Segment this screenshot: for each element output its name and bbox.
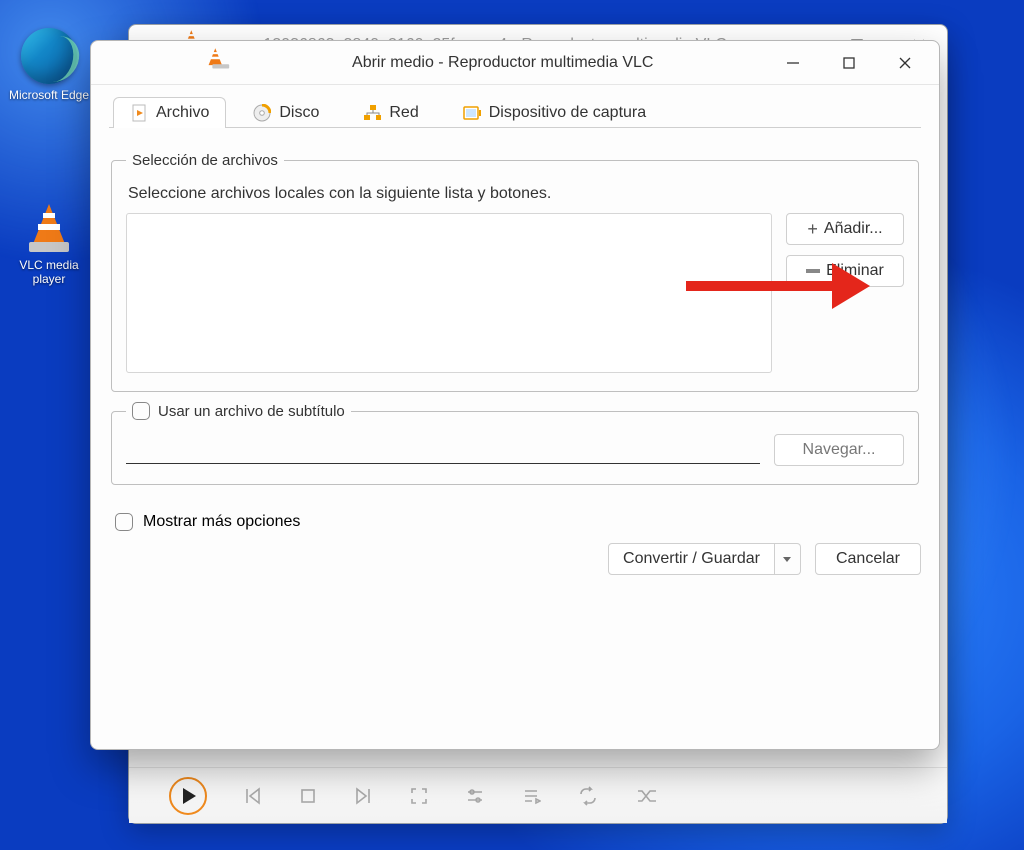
desktop-icon-label: Microsoft Edge [6,88,92,102]
subtitle-legend: Usar un archivo de subtítulo [158,403,345,420]
cancel-button-label: Cancelar [836,550,900,568]
desktop-icon-edge[interactable]: Microsoft Edge [6,28,92,102]
tab-capture[interactable]: Dispositivo de captura [446,97,663,128]
capture-icon [463,104,481,122]
file-selection-legend: Selección de archivos [126,152,284,169]
file-list[interactable] [126,213,772,373]
settings-button[interactable] [465,786,485,806]
next-button[interactable] [353,786,373,806]
subtitle-checkbox[interactable] [132,402,150,420]
edge-icon [21,28,77,84]
tab-label: Archivo [156,104,209,122]
desktop-icon-label: VLC media player [6,258,92,286]
tabs: Archivo Disco Red Dispositivo de captura [109,97,921,128]
file-selection-instruction: Seleccione archivos locales con la sigui… [128,185,904,203]
browse-button-label: Navegar... [803,441,876,459]
fullscreen-button[interactable] [409,786,429,806]
cancel-button[interactable]: Cancelar [815,543,921,575]
loop-button[interactable] [577,786,599,806]
file-selection-group: Selección de archivos Seleccione archivo… [111,152,919,392]
subtitle-path-input[interactable] [126,436,760,464]
vlc-cone-icon [209,56,222,69]
previous-button[interactable] [243,786,263,806]
convert-save-splitbutton: Convertir / Guardar [608,543,801,575]
minus-icon [806,269,820,273]
shuffle-button[interactable] [635,786,657,806]
tab-label: Dispositivo de captura [489,104,646,122]
play-button[interactable] [169,777,207,815]
dialog-titlebar[interactable]: Abrir medio - Reproductor multimedia VLC [91,41,939,85]
player-controls [129,767,947,823]
remove-button[interactable]: Eliminar [786,255,904,287]
playlist-button[interactable] [521,786,541,806]
minimize-button[interactable] [765,43,821,83]
disc-icon [253,104,271,122]
vlc-cone-icon [21,198,77,254]
subtitle-group: Usar un archivo de subtítulo Navegar... [111,402,919,485]
tab-disc[interactable]: Disco [236,97,336,128]
dialog-title: Abrir medio - Reproductor multimedia VLC [352,54,653,72]
remove-button-label: Eliminar [826,262,884,280]
maximize-button[interactable] [821,43,877,83]
chevron-down-icon [782,554,792,564]
add-button[interactable]: + Añadir... [786,213,904,245]
add-button-label: Añadir... [824,220,883,238]
file-icon [130,104,148,122]
tab-label: Disco [279,104,319,122]
convert-save-button[interactable]: Convertir / Guardar [608,543,775,575]
tab-network[interactable]: Red [346,97,435,128]
open-media-dialog: Abrir medio - Reproductor multimedia VLC… [90,40,940,750]
plus-icon: + [807,220,818,238]
desktop: Microsoft Edge VLC media player 12036863… [0,0,1024,850]
browse-button[interactable]: Navegar... [774,434,904,466]
convert-save-dropdown[interactable] [775,543,801,575]
tab-file[interactable]: Archivo [113,97,226,128]
tab-label: Red [389,104,418,122]
network-icon [363,104,381,122]
convert-save-label: Convertir / Guardar [623,550,760,568]
desktop-icon-vlc[interactable]: VLC media player [6,198,92,286]
play-icon [183,788,196,804]
more-options-label: Mostrar más opciones [143,513,300,531]
more-options-checkbox[interactable] [115,513,133,531]
stop-button[interactable] [299,787,317,805]
close-button[interactable] [877,43,933,83]
